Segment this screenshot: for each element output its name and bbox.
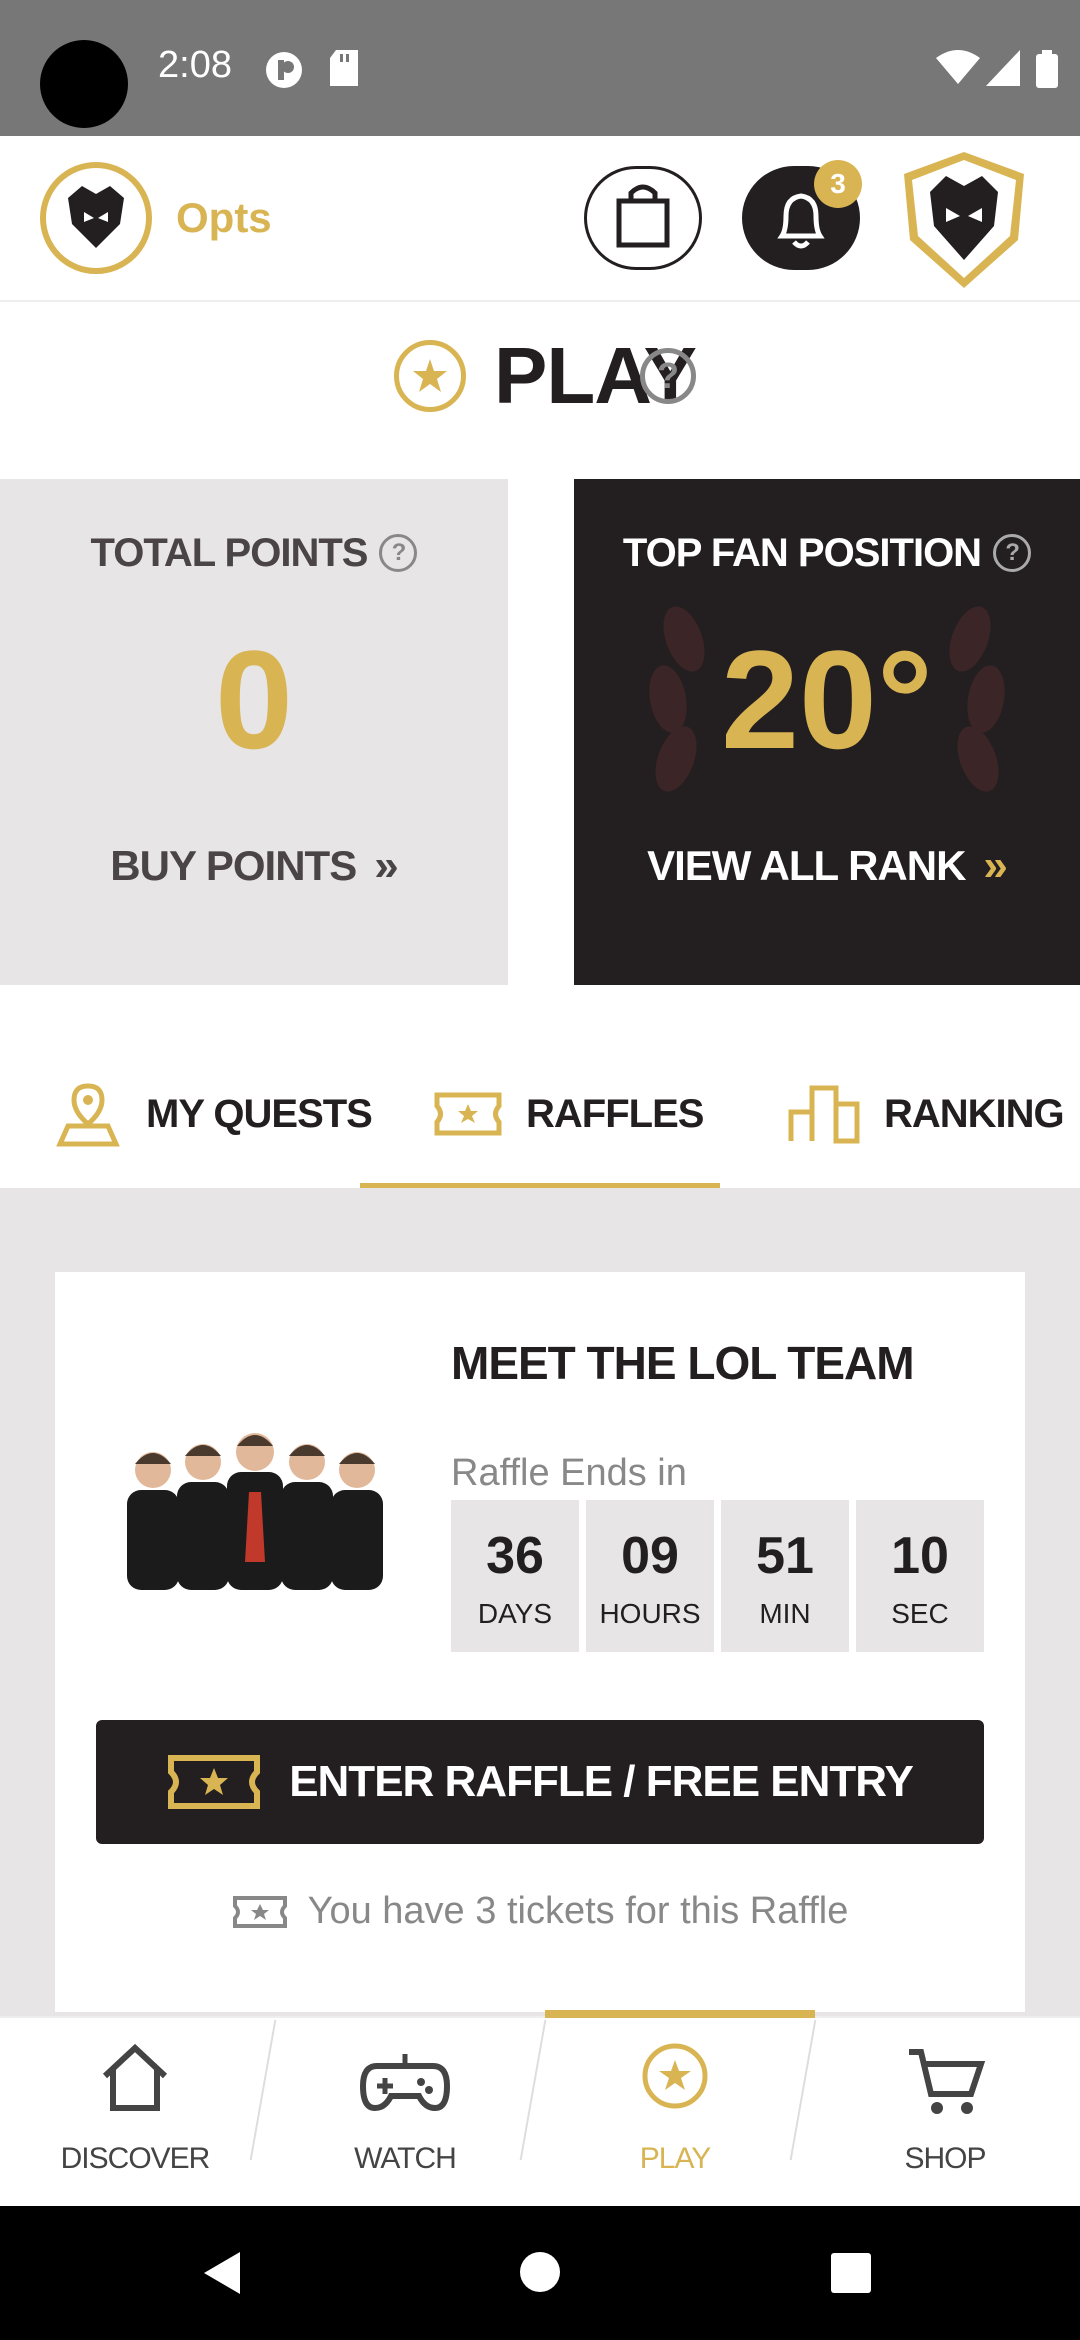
app-notification-icon [266,52,302,88]
top-fan-label: TOP FAN POSITION [622,531,982,575]
countdown-minutes: 51 MIN [721,1500,849,1652]
star-icon [642,2043,708,2109]
active-nav-indicator [545,2010,815,2018]
countdown-days: 36 DAYS [451,1500,579,1652]
tab-my-quests[interactable]: MY QUESTS [54,1040,373,1188]
g2-logo-icon [68,186,124,248]
home-circle-icon[interactable] [518,2250,562,2294]
tickets-text: You have 3 tickets for this Raffle [307,1890,849,1932]
enter-raffle-label: ENTER RAFFLE / FREE ENTRY [289,1757,914,1806]
play-star-icon [394,340,466,412]
shopping-bag-icon [616,184,670,248]
team-crest-icon [904,152,1024,288]
ticket-icon [168,1755,261,1809]
map-pin-icon [56,1083,120,1147]
page-header: PLAY ? [0,330,1080,430]
tab-ranking[interactable]: RANKING [788,1040,1065,1188]
tab-label: MY QUESTS [146,1091,373,1136]
total-points-value: 0 [215,621,293,778]
total-points-label: TOTAL POINTS [90,531,369,575]
battery-icon [1036,50,1058,88]
wifi-icon [936,50,980,84]
raffle-card: MEET THE LOL TEAM Raffle Ends in 36 DAYS… [55,1272,1025,2012]
shopping-bag-button[interactable] [584,166,702,270]
nav-label: PLAY [639,2142,712,2175]
help-icon[interactable]: ? [993,534,1032,572]
help-icon[interactable]: ? [379,534,418,572]
nav-label: SHOP [904,2142,986,2175]
cell-signal-icon [986,50,1020,86]
view-rank-label: VIEW ALL RANK [647,842,966,889]
sd-card-icon [330,50,358,86]
tab-label: RANKING [884,1091,1065,1136]
ticket-icon [434,1092,502,1136]
ticket-icon [232,1895,287,1928]
podium-icon [788,1085,860,1144]
nav-label: DISCOVER [60,2142,211,2175]
buy-points-label: BUY POINTS [110,842,357,889]
cart-icon [909,2049,986,2114]
home-icon [102,2043,168,2111]
camera-cutout [40,40,128,128]
play-tabs: MY QUESTS RAFFLES RANKING [0,1040,1080,1188]
view-all-rank-link[interactable]: VIEW ALL RANK » [574,841,1080,891]
profile-avatar[interactable] [40,162,152,274]
top-fan-value: 20° [721,621,933,778]
help-icon[interactable]: ? [640,348,696,404]
enter-raffle-button[interactable]: ENTER RAFFLE / FREE ENTRY [96,1720,984,1844]
system-navigation-bar [0,2206,1080,2340]
recents-icon[interactable] [830,2252,872,2294]
countdown-hours: 09 HOURS [586,1500,714,1652]
nav-label: WATCH [354,2142,457,2175]
app-header: Opts 3 [0,136,1080,302]
nav-shop[interactable]: SHOP [810,2018,1080,2208]
gamepad-icon [359,2054,451,2112]
tab-label: RAFFLES [526,1091,704,1136]
username[interactable]: Opts [176,194,272,242]
nav-watch[interactable]: WATCH [270,2018,540,2208]
countdown-seconds: 10 SEC [856,1500,984,1652]
status-time: 2:08 [158,44,232,86]
top-fan-card: TOP FAN POSITION? 20° VIEW ALL RANK » [574,479,1080,985]
back-icon[interactable] [200,2250,246,2296]
tickets-note: You have 3 tickets for this Raffle [55,1890,1025,1933]
total-points-card: TOTAL POINTS? 0 BUY POINTS » [0,479,508,985]
nav-play[interactable]: PLAY [540,2018,810,2208]
notification-badge: 3 [814,160,862,208]
status-bar: 2:08 [0,0,1080,136]
tab-raffles[interactable]: RAFFLES [434,1040,704,1188]
raffle-countdown: 36 DAYS 09 HOURS 51 MIN 10 SEC [451,1500,991,1652]
double-chevron-right-icon: » [983,841,1008,890]
nav-discover[interactable]: DISCOVER [0,2018,270,2208]
raffle-ends-label: Raffle Ends in [451,1452,687,1494]
buy-points-link[interactable]: BUY POINTS » [0,841,508,891]
team-photo [127,1433,383,1590]
raffle-title: MEET THE LOL TEAM [451,1337,915,1389]
double-chevron-right-icon: » [374,841,399,890]
